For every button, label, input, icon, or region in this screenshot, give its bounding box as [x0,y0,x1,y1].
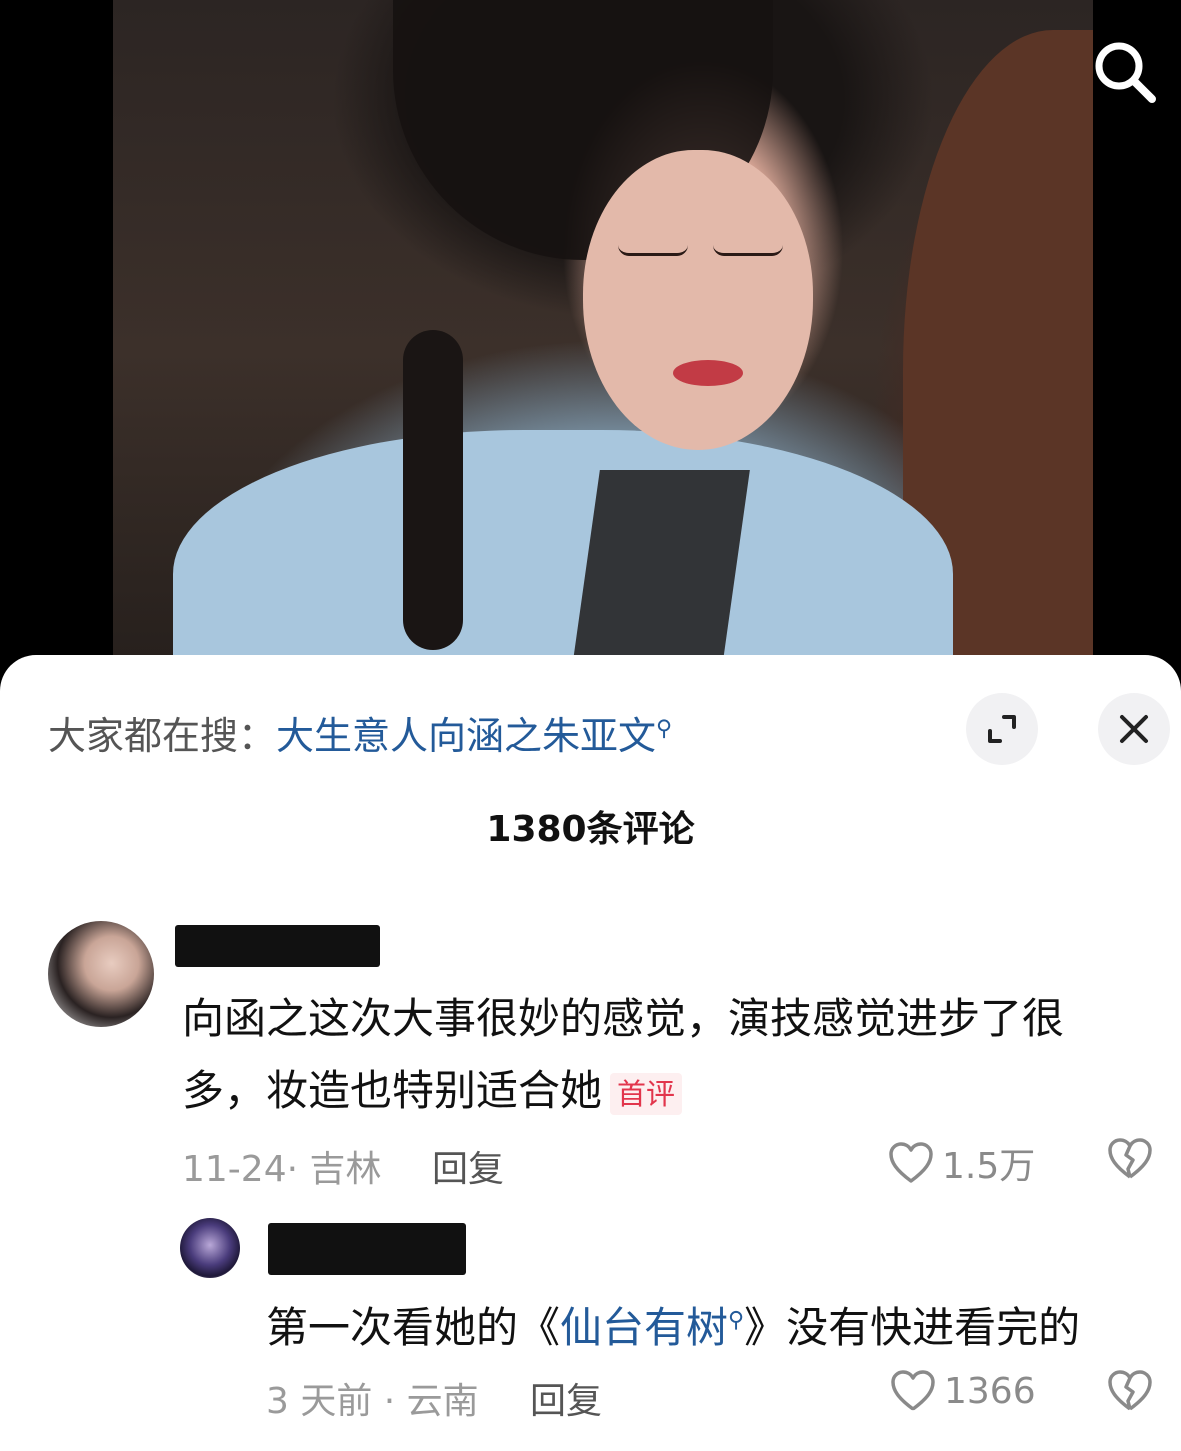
comment-text-line: 多，妆造也特别适合她 [182,1066,603,1115]
comment-sheet: 大家都在搜：大生意人向涵之朱亚文⚲ 1380条评论 向函之这次大事很妙的感觉，演… [0,655,1181,1451]
comment-date-location: 3 天前 · 云南 [266,1381,479,1422]
like-button[interactable]: 1.5万 [888,1137,1035,1189]
search-button[interactable] [1088,35,1160,107]
like-count: 1366 [944,1370,1036,1412]
username-redacted[interactable] [268,1223,466,1275]
video-frame [113,0,1093,700]
video-figure-mouth [673,360,743,386]
reply-button[interactable]: 回复 [530,1372,602,1424]
video-player[interactable] [0,0,1181,700]
video-figure-eye [713,245,783,256]
trending-query-link[interactable]: 大生意人向涵之朱亚文 [276,714,656,758]
comment-search-link[interactable]: 仙台有树 [560,1303,728,1352]
comment-text: 多，妆造也特别适合她 首评 [182,1057,683,1125]
broken-heart-icon [1108,1370,1152,1411]
trending-search[interactable]: 大家都在搜：大生意人向涵之朱亚文⚲ [48,705,672,760]
heart-icon [889,1142,933,1183]
dislike-button[interactable] [1106,1137,1154,1185]
video-figure-face [583,150,813,450]
comment-text: 向函之这次大事很妙的感觉，演技感觉进步了很 [182,985,1064,1053]
first-comment-badge: 首评 [610,1072,683,1115]
search-small-icon: ⚲ [656,716,673,742]
trending-prefix: 大家都在搜： [48,714,277,758]
close-button[interactable] [1098,693,1170,765]
watermark-overlay [880,1410,1180,1450]
comment-text-suffix: 》没有快进看完的 [744,1303,1081,1352]
video-figure-eye [618,245,688,256]
username-redacted[interactable] [175,925,380,967]
comment-text: 第一次看她的《仙台有树⚲》没有快进看完的 [266,1287,1080,1362]
expand-button[interactable] [966,693,1038,765]
avatar[interactable] [180,1218,240,1278]
comment-text-line: 向函之这次大事很妙的感觉，演技感觉进步了很 [182,994,1065,1043]
comment-text-prefix: 第一次看她的《 [266,1303,561,1352]
close-icon [1120,715,1148,743]
like-count: 1.5万 [942,1146,1036,1187]
search-icon [1095,42,1156,103]
expand-icon [988,715,1016,743]
comment-date-location: 11-24· 吉林 [182,1149,382,1190]
video-figure-braid [403,330,463,650]
reply-button[interactable]: 回复 [432,1140,504,1192]
like-button[interactable]: 1366 [890,1369,1036,1413]
broken-heart-icon [1108,1138,1152,1179]
comment-count: 1380条评论 [486,809,695,850]
avatar[interactable] [48,921,154,1027]
search-small-icon: ⚲ [728,1308,745,1333]
heart-icon [891,1370,935,1411]
